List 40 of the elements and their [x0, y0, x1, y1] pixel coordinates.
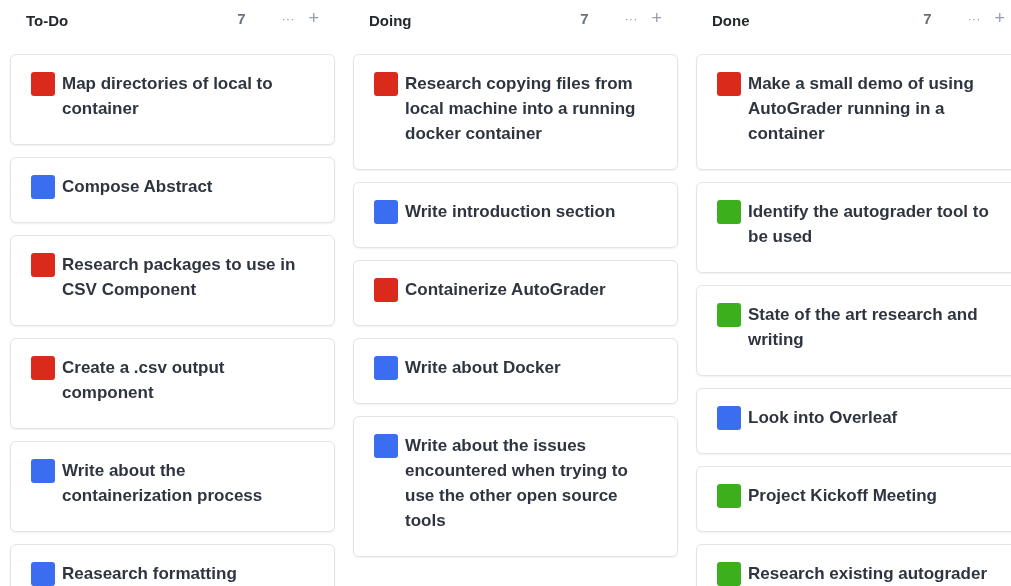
task-card[interactable]: Look into Overleaf	[696, 388, 1011, 454]
card-title: Research existing autograder	[748, 563, 989, 585]
task-card[interactable]: Map directories of local to container	[10, 54, 335, 145]
task-card[interactable]: Write introduction section	[353, 182, 678, 248]
card-title: Write introduction section	[405, 201, 617, 223]
card-title: Containerize AutoGrader	[405, 279, 607, 301]
card-title: Write about the issues encountered when trying to use the other open source tools	[405, 435, 629, 532]
task-card[interactable]: Make a small demo of using AutoGrader running in a container	[696, 54, 1011, 170]
card-count: 7	[237, 9, 246, 27]
card-title: Research copying files from local machine into a running docker container	[405, 73, 637, 145]
task-card[interactable]: Reasearch formatting	[10, 544, 335, 586]
task-card[interactable]: State of the art research and writing	[696, 285, 1011, 376]
column-title: To-Do	[26, 12, 70, 29]
task-card[interactable]: Project Kickoff Meeting	[696, 466, 1011, 532]
task-card[interactable]: Research packages to use in CSV Component	[10, 235, 335, 326]
card-title: Create a .csv output component	[62, 357, 226, 404]
card-title: Make a small demo of using AutoGrader running in a container	[748, 73, 975, 145]
task-card[interactable]: Compose Abstract	[10, 157, 335, 223]
column-title: Doing	[369, 12, 413, 29]
card-count: 7	[923, 9, 932, 27]
card-title: Write about the containerization process	[62, 460, 264, 507]
card-title: Reasearch formatting	[62, 563, 238, 585]
task-card[interactable]: Write about the containerization process	[10, 441, 335, 532]
column-title: Done	[712, 12, 751, 29]
card-title: Project Kickoff Meeting	[748, 485, 938, 507]
card-title: Write about Docker	[405, 357, 562, 379]
task-card[interactable]: Containerize AutoGrader	[353, 260, 678, 326]
card-title: Compose Abstract	[62, 176, 214, 198]
task-card[interactable]: Identify the autograder tool to be used	[696, 182, 1011, 273]
card-title: Research packages to use in CSV Component	[62, 254, 297, 301]
task-card[interactable]: Create a .csv output component	[10, 338, 335, 429]
card-title: Identify the autograder tool to be used	[748, 201, 990, 248]
task-card[interactable]: Research existing autograder	[696, 544, 1011, 586]
task-card[interactable]: Research copying files from local machine into a running docker container	[353, 54, 678, 170]
card-title: Look into Overleaf	[748, 407, 899, 429]
card-count: 7	[580, 9, 589, 27]
task-card[interactable]: Write about the issues encountered when trying to use the other open source tools	[353, 416, 678, 557]
card-title: State of the art research and writing	[748, 304, 979, 351]
task-card[interactable]: Write about Docker	[353, 338, 678, 404]
card-title: Map directories of local to container	[62, 73, 274, 120]
